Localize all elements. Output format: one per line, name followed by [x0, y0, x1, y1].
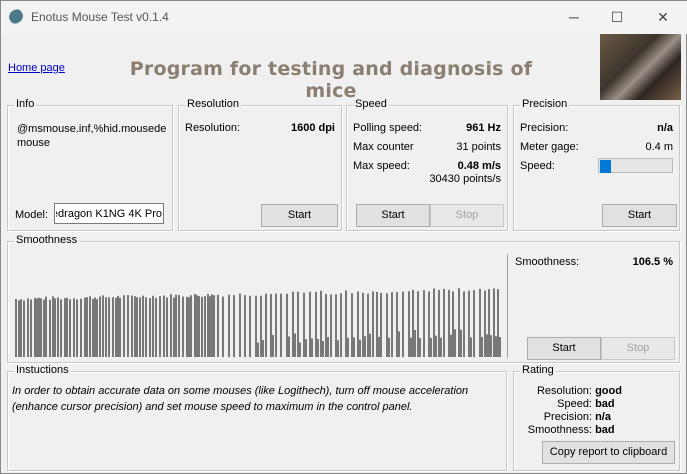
resolution-value: 1600 dpi: [290, 122, 335, 134]
precision-group: Precision Precision: n/a Meter gage: 0.4…: [513, 98, 680, 231]
rating-row: Speed: bad: [514, 398, 681, 411]
polling-value: 961 Hz: [466, 122, 501, 134]
page-heading: Program for testing and diagnosis of mic…: [129, 58, 533, 102]
max-speed-value: 0.48 m/s: [457, 160, 501, 172]
window-title: Enotus Mouse Test v0.1.4: [31, 10, 169, 24]
precision-start-button[interactable]: Start: [602, 204, 677, 227]
precision-label: Precision:: [520, 122, 569, 134]
rating-key: Smoothness:: [527, 424, 592, 436]
resolution-start-button[interactable]: Start: [261, 204, 338, 227]
speed-progress-fill: [600, 160, 611, 173]
instructions-group-label: Instuctions: [14, 364, 71, 376]
rating-group-label: Rating: [520, 364, 556, 376]
polling-label: Polling speed:: [353, 122, 423, 134]
rating-key: Speed:: [557, 398, 592, 410]
rating-key: Precision:: [543, 411, 592, 423]
max-speed-points: 30430 points/s: [429, 173, 501, 185]
precision-speed-label: Speed:: [520, 160, 555, 172]
precision-value: n/a: [657, 122, 673, 134]
speed-start-button[interactable]: Start: [356, 204, 430, 227]
instructions-text: In order to obtain accurate data on some…: [12, 385, 469, 413]
counter-value: 31 points: [456, 141, 501, 153]
smoothness-divider: [507, 254, 508, 358]
max-speed-label: Max speed:: [353, 160, 410, 172]
smoothness-value: 106.5 %: [632, 256, 673, 268]
minimize-button[interactable]: ─: [559, 5, 589, 29]
home-page-link[interactable]: Home page: [8, 62, 65, 74]
rating-value: bad: [595, 398, 615, 410]
model-input[interactable]: [54, 203, 164, 224]
smoothness-start-button[interactable]: Start: [527, 337, 601, 360]
instructions-group: Instuctions In order to obtain accurate …: [7, 364, 507, 471]
resolution-group-label: Resolution: [185, 98, 241, 110]
smoothness-group: Smoothness Smoothness: 106.5 % Start Sto…: [7, 234, 680, 363]
rating-row: Precision: n/a: [514, 411, 681, 424]
title-bar: Enotus Mouse Test v0.1.4 ─ ☐ ✕: [1, 1, 687, 34]
rating-value: n/a: [595, 411, 611, 423]
rating-row: Smoothness: bad: [514, 424, 681, 437]
copy-report-button[interactable]: Copy report to clipboard: [542, 441, 675, 464]
speed-stop-button[interactable]: Stop: [430, 204, 504, 227]
raccoon-image: [600, 34, 681, 100]
rating-value: good: [595, 385, 622, 397]
speed-group: Speed Polling speed: 961 Hz Max counter …: [346, 98, 508, 231]
info-group-label: Info: [14, 98, 37, 110]
resolution-label: Resolution:: [185, 122, 241, 134]
mouse-app-icon: [6, 7, 26, 26]
device-name: @msmouse.inf,%hid.mousede mouse: [17, 123, 167, 149]
smoothness-label: Smoothness:: [515, 256, 580, 268]
rating-list: Resolution: good Speed: bad Precision: n…: [514, 385, 681, 437]
rating-value: bad: [595, 424, 615, 436]
counter-label: Max counter: [353, 141, 414, 153]
close-button[interactable]: ✕: [648, 5, 678, 29]
info-group: Info @msmouse.inf,%hid.mousede mouse Mod…: [7, 98, 173, 231]
meter-gage-label: Meter gage:: [520, 141, 579, 153]
model-label: Model:: [15, 209, 49, 221]
speed-progress-bar: [598, 158, 673, 173]
meter-gage-value: 0.4 m: [645, 141, 673, 153]
smoothness-stop-button[interactable]: Stop: [601, 337, 675, 360]
precision-group-label: Precision: [520, 98, 570, 110]
speed-group-label: Speed: [353, 98, 389, 110]
smoothness-graph: [15, 288, 501, 357]
smoothness-group-label: Smoothness: [14, 234, 80, 246]
resolution-group: Resolution Resolution: 1600 dpi Start: [178, 98, 342, 231]
rating-group: Rating Resolution: good Speed: bad Preci…: [513, 364, 681, 471]
rating-key: Resolution:: [536, 385, 592, 397]
rating-row: Resolution: good: [514, 385, 681, 398]
maximize-button[interactable]: ☐: [602, 5, 632, 29]
